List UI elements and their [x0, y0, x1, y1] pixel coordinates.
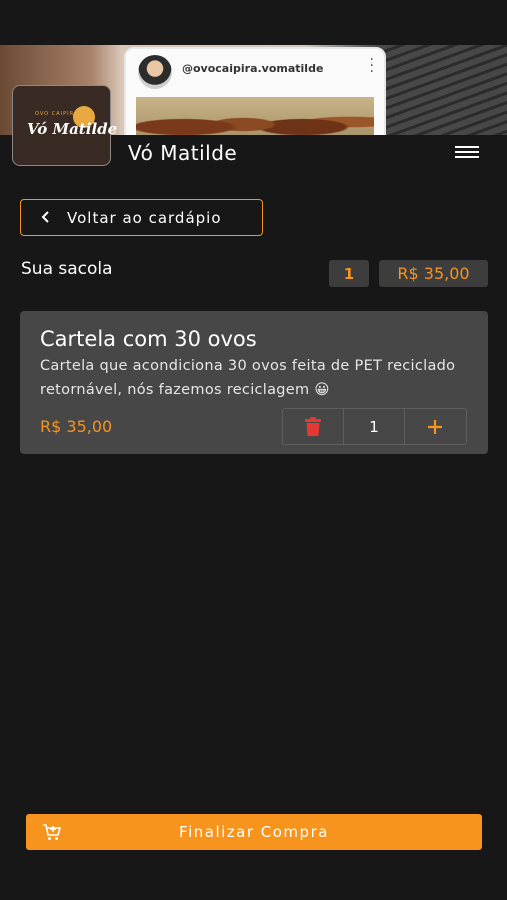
logo-small-text: OVO CAIPIRA [35, 111, 79, 117]
item-title: Cartela com 30 ovos [40, 327, 257, 351]
quantity-stepper: 1 [282, 408, 467, 445]
back-to-menu-button[interactable]: Voltar ao cardápio [20, 199, 263, 236]
logo-text: Vó Matilde [27, 120, 118, 138]
checkout-label: Finalizar Compra [179, 823, 329, 841]
trash-icon [305, 416, 322, 436]
bag-count-badge: 1 [329, 260, 369, 287]
more-dots-icon: · · · [369, 52, 374, 80]
brand-name: Vó Matilde [128, 141, 238, 165]
chickens-photo [136, 97, 374, 135]
brand-logo[interactable]: OVO CAIPIRA Vó Matilde [12, 85, 117, 166]
hamburger-icon[interactable] [452, 143, 482, 163]
phone-avatar [138, 55, 172, 89]
cart-item-card: Cartela com 30 ovos Cartela que acondici… [20, 311, 488, 454]
checkout-button[interactable]: Finalizar Compra [26, 814, 482, 850]
phone-handle: @ovocaipira.vomatilde [182, 62, 324, 75]
delete-item-button[interactable] [283, 409, 345, 444]
item-description: Cartela que acondiciona 30 ovos feita de… [40, 358, 456, 398]
item-price: R$ 35,00 [40, 417, 113, 436]
increase-quantity-button[interactable] [405, 409, 466, 444]
bag-total-badge: R$ 35,00 [379, 260, 488, 287]
plus-icon [428, 419, 443, 434]
chevron-left-icon [41, 208, 55, 227]
cart-plus-icon [43, 824, 62, 840]
back-button-label: Voltar ao cardápio [67, 208, 222, 227]
banner-phone-mockup: @ovocaipira.vomatilde · · · [124, 47, 386, 135]
status-bar [0, 0, 507, 45]
banner-laptop-decoration [380, 45, 507, 135]
quantity-value: 1 [344, 409, 405, 444]
bag-title: Sua sacola [21, 259, 113, 279]
